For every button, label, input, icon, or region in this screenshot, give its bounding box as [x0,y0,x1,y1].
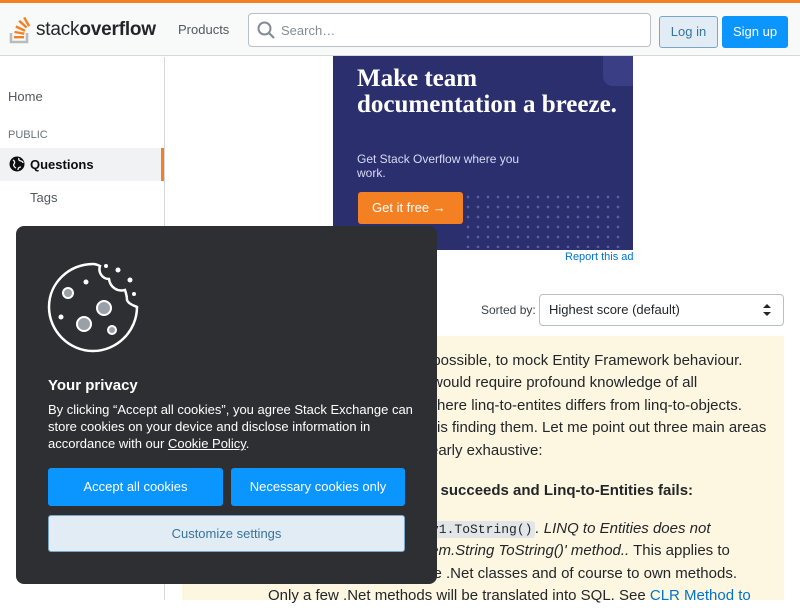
globe-icon [9,156,25,172]
sidebar-item-label: Questions [30,157,94,172]
sidebar-item-tags[interactable]: Tags [30,190,57,205]
answer-text-line: here linq-to-entites differs from linq-t… [437,397,742,414]
ad-headline: Make team documentation a breeze. [357,65,617,118]
consent-text-end: . [245,436,250,451]
cookie-policy-link[interactable]: Cookie Policy [168,436,246,451]
answer-italic-text: tem.String ToString()' method.. [426,542,630,559]
stack-logo-icon [9,16,31,44]
answer-text-line: is finding them. Let me point out three … [437,419,767,436]
answer-text: This applies to [629,542,730,559]
cookie-consent-dialog: Your privacy By clicking “Accept all coo… [16,226,437,584]
inline-code: y1.ToString() [428,521,536,538]
logo-prefix: stack [36,19,80,40]
answer-text-line: would require profound knowledge of all [432,374,698,391]
necessary-cookies-button[interactable]: Necessary cookies only [231,468,405,506]
top-bar: stackoverflow Products Log in Sign up [0,0,800,56]
advertisement-banner[interactable]: Make team documentation a breeze. Get St… [333,56,633,250]
cookie-icon [47,262,139,353]
answer-text-line: Only a few .Net methods will be translat… [268,585,751,608]
products-menu[interactable]: Products [178,22,229,37]
search-icon [257,21,275,39]
answer-text-line: tem.String ToString()' method.. This app… [426,540,730,563]
ad-dot-pattern [463,192,623,248]
search-input[interactable] [281,20,641,40]
answer-text-line: early exhaustive: [430,442,543,459]
answer-text-line: npossible, to mock Entity Framework beha… [424,352,743,369]
answer-text-line: y1.ToString(). LINQ to Entities does not [428,518,711,542]
accept-all-cookies-button[interactable]: Accept all cookies [48,468,223,506]
sidebar-item-questions[interactable]: Questions [0,148,164,181]
sidebar-item-home[interactable]: Home [8,89,43,104]
consent-description: By clicking “Accept all cookies”, you ag… [48,401,413,452]
answer-text-line: ve .Net classes and of course to own met… [426,565,737,582]
logo-suffix: overflow [79,19,156,40]
answer-heading: s succeeds and Linq-to-Entities fails: [428,482,694,499]
stackoverflow-logo[interactable]: stackoverflow [8,14,156,46]
login-button[interactable]: Log in [659,16,718,48]
customize-settings-button[interactable]: Customize settings [48,515,405,552]
sort-dropdown[interactable]: Highest score (default) [539,294,784,326]
ad-cta-button[interactable]: Get it free → [358,192,463,224]
sidebar-section-public: PUBLIC [8,129,48,141]
sort-selected-value: Highest score (default) [549,302,680,317]
answer-italic-text: . LINQ to Entities does not [535,520,711,537]
report-ad-link[interactable]: Report this ad [565,251,633,263]
consent-title: Your privacy [48,377,138,394]
clr-method-link[interactable]: CLR Method to [650,587,751,604]
search-box[interactable] [248,13,651,47]
answer-text: Only a few .Net methods will be translat… [268,587,650,604]
select-arrows-icon [763,304,771,316]
ad-subtext: Get Stack Overflow where you work. [357,152,520,180]
signup-button[interactable]: Sign up [722,16,788,48]
logo-wordmark: stackoverflow [36,19,156,41]
sort-label: Sorted by: [481,303,536,317]
